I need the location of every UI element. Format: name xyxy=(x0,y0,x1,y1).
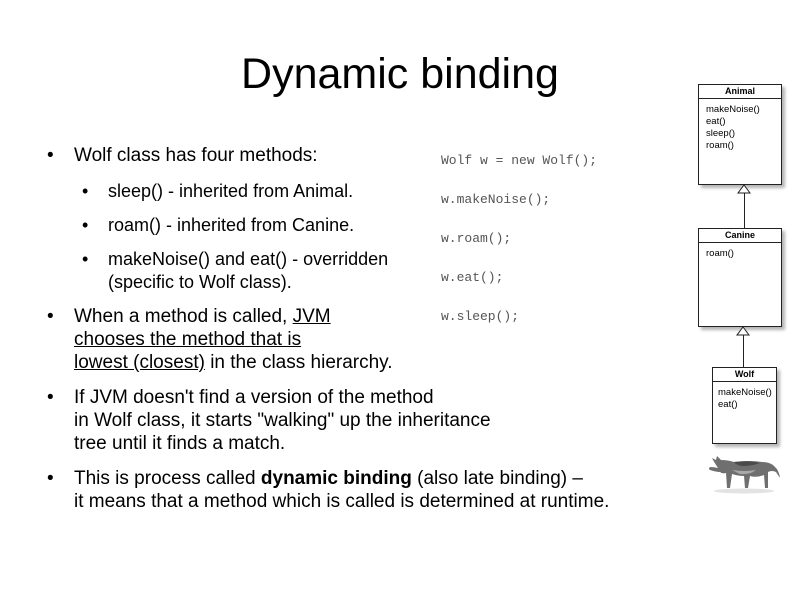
uml-method: eat() xyxy=(706,116,726,127)
uml-method-list: makeNoise() eat() sleep() roam() xyxy=(699,99,781,152)
bullet-marker: • xyxy=(82,215,89,235)
bullet-marker: • xyxy=(47,468,54,489)
bullet-jvm-chooses: • When a method is called, JVM chooses t… xyxy=(47,305,393,374)
bullet-text-line2: it means that a method which is called i… xyxy=(74,491,610,512)
slide-title: Dynamic binding xyxy=(241,50,559,98)
uml-class-name: Animal xyxy=(699,85,781,99)
code-line-5: w.sleep(); xyxy=(441,309,520,324)
uml-method: makeNoise() xyxy=(706,104,760,115)
bullet-wolf-methods: • Wolf class has four methods: xyxy=(47,144,318,167)
bullet-text-line2: in Wolf class, it starts "walking" up th… xyxy=(74,410,491,431)
bullet-text-line1: makeNoise() and eat() - overridden xyxy=(108,249,389,269)
code-line-1: Wolf w = new Wolf(); xyxy=(441,153,598,168)
uml-method: makeNoise() xyxy=(718,387,772,398)
underlined-text: JVM xyxy=(292,306,331,327)
bullet-text-line2: (specific to Wolf class). xyxy=(108,272,292,292)
bullet-marker: • xyxy=(47,387,54,408)
uml-method: sleep() xyxy=(706,128,736,139)
uml-class-name: Canine xyxy=(699,229,781,243)
bullet-marker: • xyxy=(82,181,89,201)
bullet-walking-up: • If JVM doesn't find a version of the m… xyxy=(47,386,491,455)
uml-class-wolf: Wolf makeNoise() eat() xyxy=(712,367,777,444)
bullet-text: in the class hierarchy. xyxy=(204,352,393,373)
subbullet-sleep: • sleep() - inherited from Animal. xyxy=(82,180,354,203)
uml-class-animal: Animal makeNoise() eat() sleep() roam() xyxy=(698,84,782,185)
subbullet-overridden: • makeNoise() and eat() - overridden (sp… xyxy=(82,248,389,294)
uml-class-canine: Canine roam() xyxy=(698,228,782,327)
bullet-marker: • xyxy=(47,145,54,166)
uml-class-name: Wolf xyxy=(713,368,776,382)
bullet-text: When a method is called, xyxy=(74,306,293,327)
uml-method: roam() xyxy=(706,140,734,151)
bullet-dynamic-binding: • This is process called dynamic binding… xyxy=(47,467,610,513)
subbullet-roam: • roam() - inherited from Canine. xyxy=(82,214,355,237)
wolf-photo-icon xyxy=(709,456,780,494)
code-line-4: w.eat(); xyxy=(441,270,504,285)
bullet-text: Wolf class has four methods: xyxy=(74,145,318,166)
uml-method: roam() xyxy=(706,248,734,259)
uml-method-list: makeNoise() eat() xyxy=(713,382,776,411)
bullet-marker: • xyxy=(47,306,54,327)
underlined-text: chooses the method that is xyxy=(74,329,302,350)
code-line-2: w.makeNoise(); xyxy=(441,192,551,207)
bullet-marker: • xyxy=(82,249,89,269)
bullet-text: sleep() - inherited from Animal. xyxy=(108,181,354,201)
bullet-text: This is process called xyxy=(74,468,261,489)
bullet-text: (also late binding) – xyxy=(411,468,583,489)
inheritance-line xyxy=(744,193,745,228)
uml-method: eat() xyxy=(718,399,738,410)
bullet-text-line1: If JVM doesn't find a version of the met… xyxy=(74,387,434,408)
uml-method-list: roam() xyxy=(699,243,781,260)
inheritance-line xyxy=(743,335,744,367)
underlined-text: lowest (closest) xyxy=(74,352,205,373)
bullet-text-line3: tree until it finds a match. xyxy=(74,433,286,454)
code-line-3: w.roam(); xyxy=(441,231,512,246)
bold-term: dynamic binding xyxy=(260,468,412,489)
bullet-text: roam() - inherited from Canine. xyxy=(108,215,355,235)
